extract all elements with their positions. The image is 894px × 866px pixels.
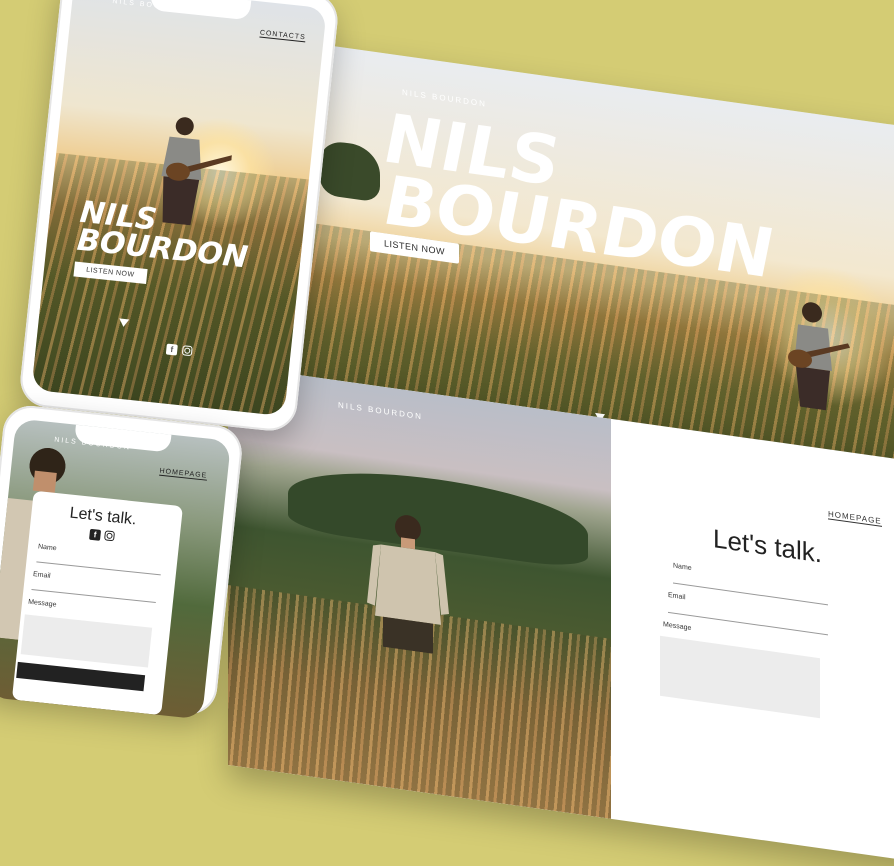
- scroll-down-arrow-icon[interactable]: [118, 318, 130, 328]
- facebook-icon[interactable]: f: [89, 528, 102, 541]
- distant-tree: [320, 139, 380, 203]
- nav-homepage-link[interactable]: HOMEPAGE: [159, 467, 208, 481]
- artist-portrait-photo: [367, 515, 449, 654]
- send-button[interactable]: [16, 661, 146, 692]
- email-label: Email: [32, 571, 51, 580]
- name-field[interactable]: [36, 561, 161, 576]
- facebook-icon[interactable]: f: [165, 343, 178, 356]
- email-field[interactable]: [668, 611, 828, 636]
- nav-homepage-link[interactable]: HOMEPAGE: [828, 509, 882, 527]
- instagram-icon[interactable]: [181, 345, 193, 357]
- mobile-hero-screen: NILS BOURDON CONTACTS NILS BOURDON LISTE…: [31, 0, 327, 417]
- mobile-contact-phone: NILS BOURDON HOMEPAGE Let's talk. f Name…: [0, 403, 245, 720]
- instagram-icon[interactable]: [104, 530, 116, 542]
- contact-heading: Let's talk.: [68, 504, 138, 529]
- message-field[interactable]: [660, 635, 820, 719]
- name-label: Name: [37, 543, 57, 553]
- name-label: Name: [673, 562, 692, 573]
- name-field[interactable]: [673, 582, 828, 606]
- social-links: f: [89, 528, 116, 543]
- contact-heading: Let's talk.: [713, 523, 823, 569]
- mobile-hero-phone: NILS BOURDON CONTACTS NILS BOURDON LISTE…: [17, 0, 341, 434]
- email-label: Email: [668, 591, 686, 602]
- mobile-contact-screen: NILS BOURDON HOMEPAGE Let's talk. f Name…: [0, 418, 232, 720]
- contact-card: Let's talk. f Name Email Message: [11, 490, 184, 716]
- message-label: Message: [663, 621, 692, 633]
- message-field[interactable]: [20, 614, 153, 668]
- message-label: Message: [27, 598, 57, 609]
- nav-contacts-link[interactable]: CONTACTS: [259, 29, 306, 43]
- guitarist-photo: [788, 302, 850, 411]
